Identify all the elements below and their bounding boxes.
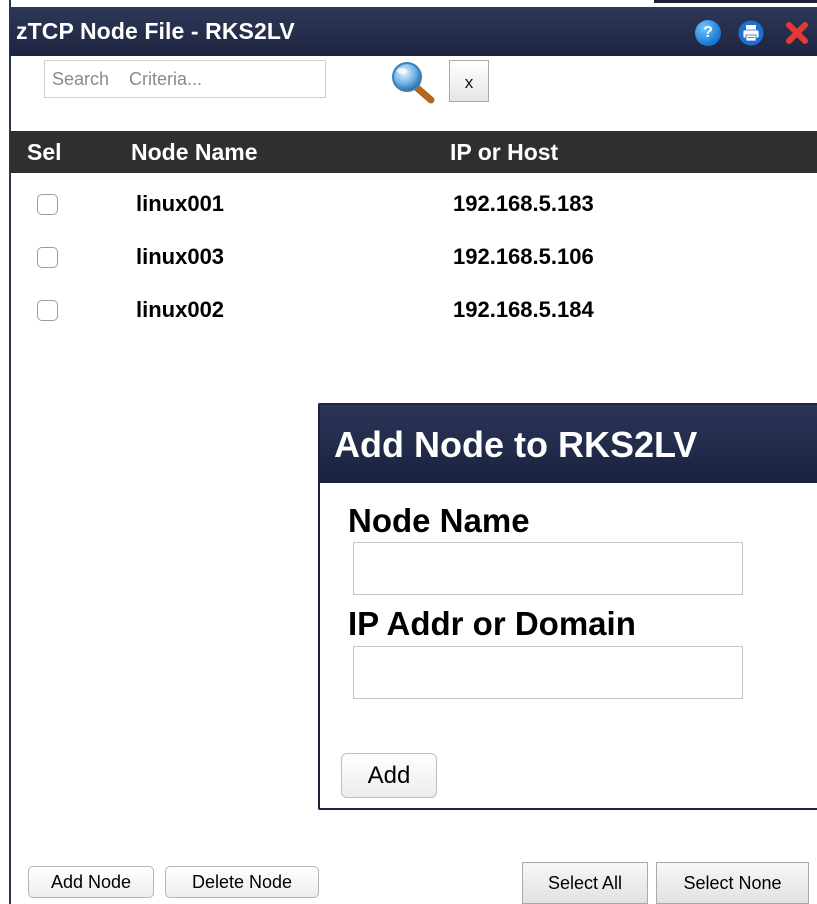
clear-search-button[interactable]: x [449, 60, 489, 102]
table-header: Sel Node Name IP or Host [10, 131, 817, 173]
select-none-button[interactable]: Select None [656, 862, 809, 904]
title-bar: zTCP Node File - RKS2LV ? [10, 7, 817, 56]
node-name-field[interactable] [353, 542, 743, 595]
add-node-button[interactable]: Add Node [28, 866, 154, 898]
printer-icon[interactable] [738, 20, 764, 46]
background-window-strip [654, 0, 817, 3]
search-input[interactable] [44, 60, 326, 98]
window-title: zTCP Node File - RKS2LV [16, 18, 295, 44]
ip-cell: 192.168.5.183 [453, 191, 594, 216]
dialog-title: Add Node to RKS2LV [334, 424, 698, 465]
ip-cell: 192.168.5.184 [453, 297, 594, 322]
delete-node-button[interactable]: Delete Node [165, 866, 319, 898]
node-name-cell: linux002 [136, 297, 225, 322]
table-row[interactable]: linux001 192.168.5.183 [10, 186, 817, 236]
select-all-button[interactable]: Select All [522, 862, 648, 904]
ip-addr-field[interactable] [353, 646, 743, 699]
table-row[interactable]: linux003 192.168.5.106 [10, 239, 817, 289]
help-icon[interactable]: ? [695, 20, 721, 46]
search-icon[interactable] [389, 60, 437, 104]
ip-addr-label: IP Addr or Domain [348, 605, 636, 642]
node-name-cell: linux001 [136, 191, 225, 216]
column-header-ip-or-host[interactable]: IP or Host [450, 139, 558, 166]
ip-cell: 192.168.5.106 [453, 244, 594, 269]
row-checkbox[interactable] [37, 194, 58, 215]
column-header-node-name[interactable]: Node Name [131, 139, 258, 166]
row-checkbox[interactable] [37, 247, 58, 268]
add-node-dialog: Add Node to RKS2LV Node Name IP Addr or … [318, 403, 817, 810]
table-row[interactable]: linux002 192.168.5.184 [10, 292, 817, 342]
column-header-sel[interactable]: Sel [27, 139, 62, 166]
add-button[interactable]: Add [341, 753, 437, 798]
row-checkbox[interactable] [37, 300, 58, 321]
node-name-cell: linux003 [136, 244, 225, 269]
close-icon[interactable] [784, 20, 810, 46]
node-name-label: Node Name [348, 502, 530, 539]
dialog-title-bar[interactable]: Add Node to RKS2LV [320, 405, 817, 483]
